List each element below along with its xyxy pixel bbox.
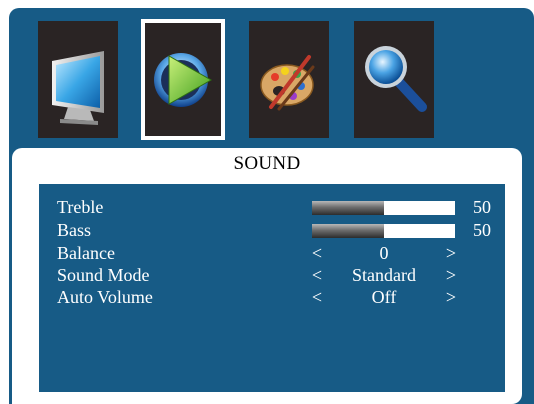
- settings-list: Treble 50 Bass 50 Balance < 0 > Sound Mo…: [39, 184, 505, 392]
- auto-volume-row[interactable]: Auto Volume < Off >: [39, 286, 505, 309]
- balance-value: 0: [379, 243, 389, 263]
- panel-title: SOUND: [233, 153, 301, 174]
- sound-mode-label: Sound Mode: [57, 265, 150, 285]
- sound-mode-row[interactable]: Sound Mode < Standard >: [39, 264, 505, 287]
- bass-slider-fill: [312, 224, 384, 238]
- sound-tab[interactable]: [141, 19, 225, 140]
- treble-slider[interactable]: [312, 201, 455, 215]
- search-icon: [365, 46, 427, 112]
- sound-mode-left-arrow[interactable]: <: [310, 264, 324, 287]
- sound-mode-value: Standard: [352, 265, 416, 285]
- balance-right-arrow[interactable]: >: [444, 242, 458, 265]
- setup-tab[interactable]: [249, 21, 329, 138]
- picture-tab[interactable]: [38, 21, 118, 138]
- auto-volume-right-arrow[interactable]: >: [444, 286, 458, 309]
- auto-volume-value: Off: [371, 287, 397, 307]
- auto-volume-left-arrow[interactable]: <: [310, 286, 324, 309]
- treble-value: 50: [473, 197, 491, 217]
- setup-icon: [260, 55, 315, 111]
- treble-row[interactable]: Treble 50: [39, 196, 505, 219]
- sound-mode-right-arrow[interactable]: >: [444, 264, 458, 287]
- bass-row[interactable]: Bass 50: [39, 219, 505, 242]
- bass-value: 50: [473, 220, 491, 240]
- auto-volume-label: Auto Volume: [57, 287, 153, 307]
- osd-menu: SOUND Treble 50 Bass 50 Balance < 0 > So…: [9, 8, 534, 404]
- balance-left-arrow[interactable]: <: [310, 242, 324, 265]
- balance-label: Balance: [57, 243, 115, 263]
- treble-slider-fill: [312, 201, 384, 215]
- search-tab[interactable]: [354, 21, 434, 138]
- bass-slider[interactable]: [312, 224, 455, 238]
- balance-row[interactable]: Balance < 0 >: [39, 242, 505, 265]
- treble-label: Treble: [57, 197, 104, 217]
- bass-label: Bass: [57, 220, 92, 240]
- sound-panel: SOUND Treble 50 Bass 50 Balance < 0 > So…: [12, 148, 522, 404]
- sound-icon: [154, 53, 213, 107]
- picture-icon: [52, 51, 104, 125]
